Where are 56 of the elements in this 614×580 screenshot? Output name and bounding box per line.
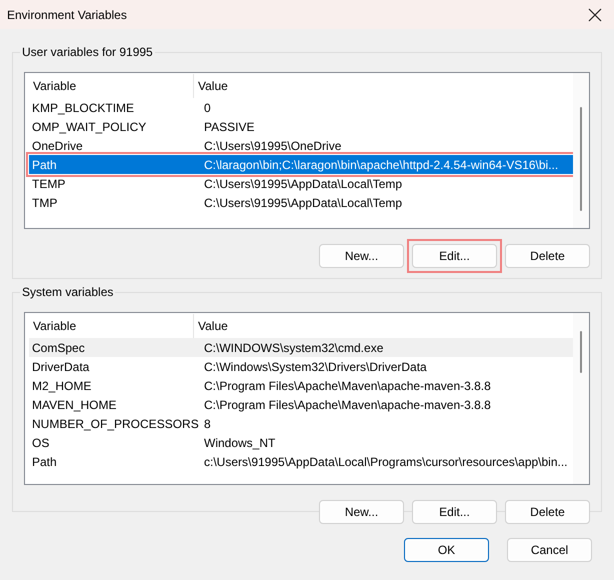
table-cell-text: KMP_BLOCKTIME: [31, 100, 136, 114]
list-row[interactable]: OS Windows_NT: [29, 433, 573, 452]
list-row[interactable]: NUMBER_OF_PROCESSORS 8: [29, 414, 573, 433]
table-cell-text: M2_HOME: [31, 378, 92, 392]
button[interactable]: Delete: [505, 500, 590, 524]
button[interactable]: Edit...: [412, 244, 497, 268]
table-cell-text: C:\WINDOWS\system32\cmd.exe: [203, 340, 384, 354]
column-header[interactable]: Value: [194, 314, 573, 338]
list-row[interactable]: OneDrive C:\Users\91995\OneDrive: [29, 136, 573, 155]
list-row[interactable]: TEMP C:\Users\91995\AppData\Local\Temp: [29, 174, 573, 193]
list-row[interactable]: Path c:\Users\91995\AppData\Local\Programs\cursor\resources\app\bin...: [29, 452, 573, 471]
list-row[interactable]: MAVEN_HOME C:\Program Files\Apache\Maven\apache-maven-3.8.8: [29, 395, 573, 414]
table-cell-text: C:\Users\91995\AppData\Local\Temp: [203, 176, 404, 190]
scrollbar-thumb[interactable]: [580, 107, 582, 211]
button[interactable]: Edit...: [412, 500, 497, 524]
table-cell-text: OneDrive: [31, 138, 84, 152]
list-row[interactable]: Path C:\laragon\bin;C:\laragon\bin\apache\httpd-2.4.54-win64-VS16\bi...: [29, 155, 573, 174]
table-cell-text: C:\Program Files\Apache\Maven\apache-maven-3.8.8: [203, 398, 492, 412]
button[interactable]: Delete: [505, 244, 590, 268]
table-cell-text: DriverData: [31, 360, 90, 374]
column-header[interactable]: Variable: [29, 74, 194, 98]
ok-button[interactable]: OK: [404, 538, 489, 562]
cancel-button[interactable]: Cancel: [507, 538, 592, 562]
scrollbar-thumb[interactable]: [580, 331, 582, 373]
button[interactable]: New...: [319, 244, 404, 268]
table-cell-text: TMP: [31, 196, 58, 210]
table-cell-text: c:\Users\91995\AppData\Local\Programs\cursor\resources\app\bin...: [203, 454, 569, 468]
table-cell-text: C:\Windows\System32\Drivers\DriverData: [203, 360, 428, 374]
group-label: User variables for 91995: [20, 45, 155, 59]
list-row[interactable]: TMP C:\Users\91995\AppData\Local\Temp: [29, 193, 573, 212]
table-cell-text: Path: [31, 158, 58, 172]
table-cell-text: Windows_NT: [203, 436, 276, 450]
table-cell-text: C:\Users\91995\OneDrive: [203, 138, 342, 152]
list-row[interactable]: DriverData C:\Windows\System32\Drivers\DriverData: [29, 357, 573, 376]
table-cell-text: ComSpec: [31, 340, 86, 354]
group-label: System variables: [20, 285, 116, 299]
window-title: Environment Variables: [7, 8, 127, 22]
table-cell-text: C:\Users\91995\AppData\Local\Temp: [203, 196, 404, 210]
button[interactable]: New...: [319, 500, 404, 524]
table-cell-text: C:\laragon\bin;C:\laragon\bin\apache\httpd-2.4.54-win64-VS16\bi...: [203, 158, 560, 172]
table-cell-text: 0: [203, 100, 212, 114]
table-cell-text: PASSIVE: [203, 120, 256, 134]
list-row[interactable]: OMP_WAIT_POLICY PASSIVE: [29, 117, 573, 136]
table-cell-text: OS: [31, 436, 50, 450]
list-row[interactable]: M2_HOME C:\Program Files\Apache\Maven\apache-maven-3.8.8: [29, 376, 573, 395]
column-header[interactable]: Value: [194, 74, 573, 98]
list-row[interactable]: KMP_BLOCKTIME 0: [29, 98, 573, 117]
close-icon[interactable]: [588, 8, 602, 22]
table-cell-text: NUMBER_OF_PROCESSORS: [31, 416, 197, 430]
table-cell-text: TEMP: [31, 176, 66, 190]
table-cell-text: C:\Program Files\Apache\Maven\apache-maven-3.8.8: [203, 378, 492, 392]
table-cell-text: OMP_WAIT_POLICY: [31, 120, 148, 134]
table-cell-text: Path: [31, 454, 58, 468]
list-row[interactable]: ComSpec C:\WINDOWS\system32\cmd.exe: [29, 338, 573, 357]
table-cell-text: MAVEN_HOME: [31, 398, 118, 412]
table-cell-text: 8: [203, 416, 212, 430]
